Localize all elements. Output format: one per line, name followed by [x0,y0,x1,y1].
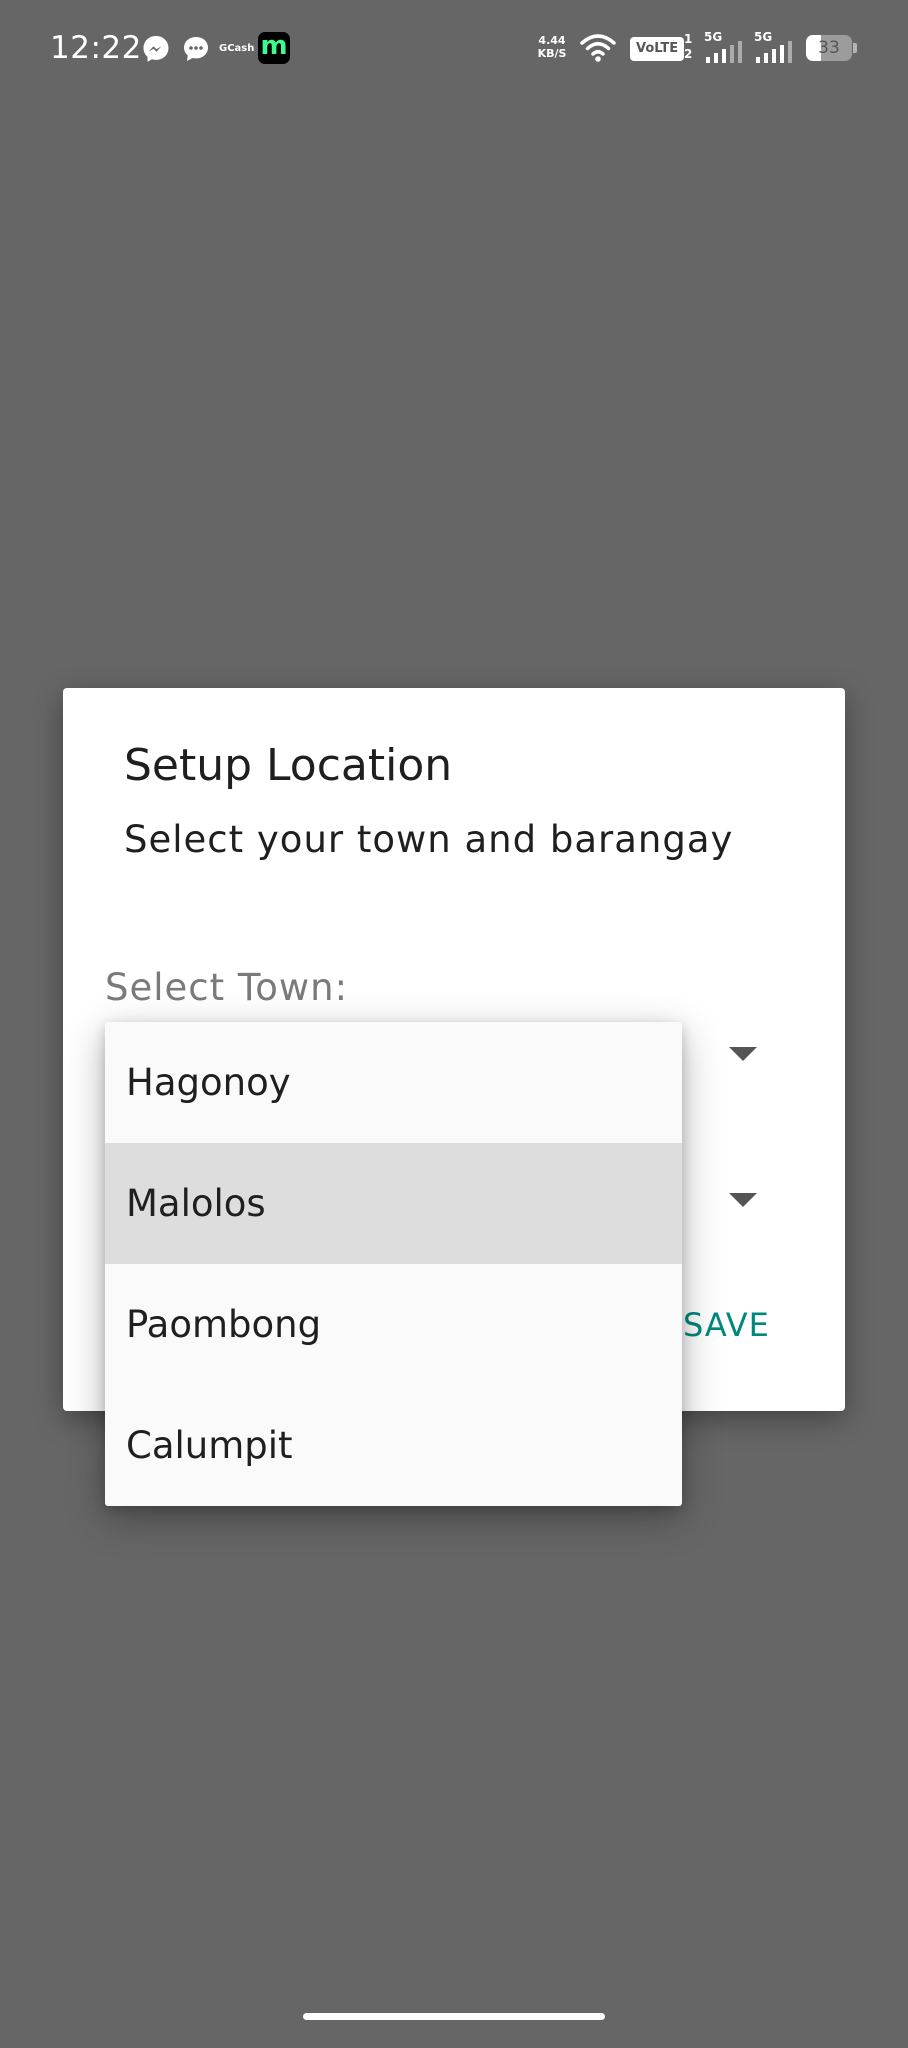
battery-level: 33 [818,38,840,58]
town-spinner-caret-down-icon[interactable] [729,1047,757,1061]
sim-index-bottom: 2 [684,47,693,61]
sim-index: 1 2 [684,32,692,62]
sim2-signal-icon [756,41,792,63]
battery-cap [853,43,857,53]
messenger-icon [141,34,171,64]
dropdown-item-paombong[interactable]: Paombong [105,1264,682,1385]
town-dropdown-list: Hagonoy Malolos Paombong Calumpit [105,1022,682,1506]
gesture-navigation-handle[interactable] [303,2013,605,2020]
select-town-label: Select Town: [105,966,349,1009]
volte-badge: VoLTE [630,37,685,61]
status-time: 12:22 [50,30,142,66]
maya-letter: m [260,31,288,61]
save-button[interactable]: SAVE [683,1300,770,1350]
dropdown-item-malolos[interactable]: Malolos [105,1143,682,1264]
sim2-signal: 5G [754,30,794,64]
dialog-subtitle: Select your town and barangay [124,818,734,861]
barangay-spinner-caret-down-icon[interactable] [729,1193,757,1207]
network-speed: 4.44 KB/S [532,34,572,60]
network-speed-value: 4.44 [538,34,566,47]
sim1-signal-icon [706,41,742,63]
gcash-notification-label: GCash [219,43,255,54]
network-speed-unit: KB/S [537,47,567,60]
dialog-title: Setup Location [124,740,453,791]
dropdown-item-calumpit[interactable]: Calumpit [105,1385,682,1506]
chat-bubble-icon [181,34,211,64]
battery-icon: 33 [806,35,852,61]
dropdown-item-hagonoy[interactable]: Hagonoy [105,1022,682,1143]
sim1-signal: 5G [704,30,744,64]
maya-app-icon: m [258,32,290,64]
wifi-icon [578,32,618,64]
sim-index-top: 1 [684,32,693,46]
status-bar: 12:22 GCash m 4.44 KB/S VoLTE 1 2 5G 5G … [0,0,908,96]
